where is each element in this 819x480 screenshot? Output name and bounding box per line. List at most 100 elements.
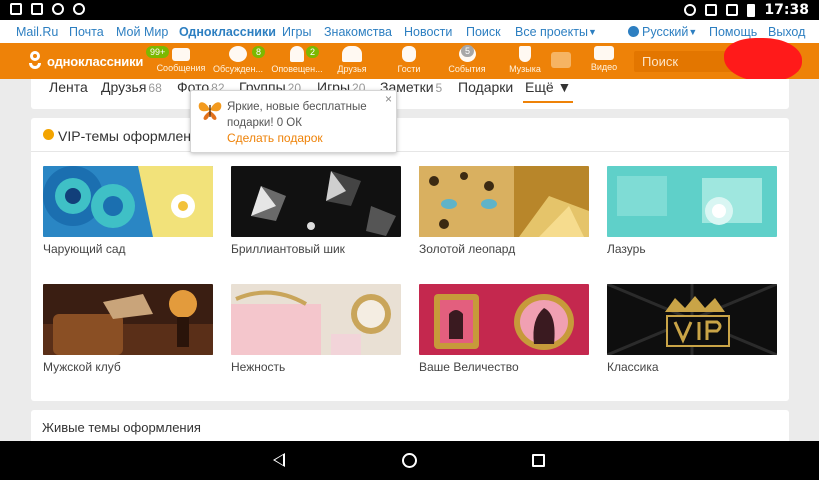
tab-feed[interactable]: Лента: [49, 79, 88, 95]
popup-message: Яркие, новые бесплатные подарки! 0 ОК: [227, 101, 367, 129]
chat-icon: [229, 46, 247, 62]
theme-name: Нежность: [231, 360, 286, 374]
crown-icon: [43, 129, 54, 140]
toolbar-label: Сообщения: [156, 63, 206, 73]
footprints-icon: [402, 46, 416, 62]
tab-label: Лента: [49, 79, 88, 95]
vip-panel-header: VIP-темы оформления: [31, 118, 789, 152]
top-link-games[interactable]: Игры: [282, 25, 311, 39]
main-toolbar: одноклассники 99+ Сообщения Обсужден... …: [0, 43, 819, 79]
top-link-mailru[interactable]: Mail.Ru: [16, 25, 58, 39]
vip-themes-panel: VIP-темы оформления Чарующий сад Бриллиа…: [31, 118, 789, 401]
top-link-search[interactable]: Поиск: [466, 25, 501, 39]
ok-logo-icon: [28, 51, 42, 71]
gift-popup: Яркие, новые бесплатные подарки! 0 ОК Сд…: [190, 90, 397, 153]
theme-card[interactable]: Лазурь: [607, 166, 777, 256]
no-sound-icon: [705, 4, 718, 16]
toolbar-label: Видео: [590, 62, 618, 72]
theme-thumbnail: [607, 166, 777, 237]
theme-card[interactable]: Мужской клуб: [43, 284, 213, 374]
toolbar-label: События: [448, 64, 486, 74]
top-link-all-projects[interactable]: Все проекты▼: [515, 25, 597, 39]
theme-thumbnail: [43, 166, 213, 237]
profile-tabs: Лента Друзья 68 Фото 82 Группы 20 Игры 20 За…: [31, 79, 789, 109]
home-icon[interactable]: [402, 453, 417, 468]
image-icon: [31, 3, 43, 15]
toolbar-label: Гости: [397, 64, 421, 74]
ok-logo[interactable]: одноклассники: [28, 51, 143, 71]
music-play-icon[interactable]: [551, 52, 571, 68]
toolbar-video[interactable]: Видео: [575, 46, 633, 72]
discussions-badge: 8: [252, 46, 266, 58]
theme-card[interactable]: Нежность: [231, 284, 401, 374]
chevron-down-icon: ▼: [587, 27, 597, 37]
language-select[interactable]: Русский▼: [628, 25, 697, 39]
search-icon: [52, 3, 64, 15]
theme-name: Мужской клуб: [43, 360, 121, 374]
toolbar-music[interactable]: Музыка: [496, 46, 554, 74]
tab-count: 5: [435, 81, 443, 95]
close-icon[interactable]: ×: [385, 92, 392, 106]
theme-thumbnail: [43, 284, 213, 355]
status-time: 17:38: [764, 2, 809, 18]
tab-gifts[interactable]: Подарки: [458, 79, 513, 95]
logout-link[interactable]: Выход: [768, 25, 805, 39]
friends-icon: [342, 46, 362, 62]
top-link-ok[interactable]: Одноклассники: [179, 25, 276, 39]
vip-panel-title: VIP-темы оформления: [58, 128, 207, 144]
envelope-icon: [172, 48, 190, 61]
top-link-dating[interactable]: Знакомства: [324, 25, 392, 39]
chevron-down-icon: ▼: [688, 27, 698, 37]
top-link-news[interactable]: Новости: [404, 25, 452, 39]
theme-name: Ваше Величество: [419, 360, 519, 374]
language-label: Русский: [642, 25, 689, 39]
bell-icon: [290, 46, 304, 62]
theme-name: Классика: [607, 360, 659, 374]
tab-label: Ещё ▼: [525, 79, 572, 95]
headset-icon: [684, 4, 697, 16]
theme-thumbnail: [231, 166, 401, 237]
wifi-icon: [726, 4, 739, 16]
notifications-badge: 2: [306, 46, 320, 58]
theme-name: Золотой леопард: [419, 242, 516, 256]
tab-more[interactable]: Ещё ▼: [523, 79, 574, 103]
toolbar-label: Музыка: [509, 64, 541, 74]
status-bar: 17:38: [0, 0, 819, 20]
recent-apps-icon[interactable]: [532, 454, 545, 467]
back-icon[interactable]: [273, 453, 285, 467]
toolbar-label: Друзья: [337, 64, 367, 74]
help-link[interactable]: Помощь: [709, 25, 757, 39]
toolbar-messages[interactable]: Сообщения: [152, 46, 210, 73]
make-gift-link[interactable]: Сделать подарок: [227, 131, 323, 145]
toolbar-guests[interactable]: Гости: [380, 46, 438, 74]
logo-text: одноклассники: [47, 53, 144, 69]
status-left-icons: [10, 3, 85, 15]
status-right-icons: 17:38: [684, 2, 809, 18]
theme-card[interactable]: Бриллиантовый шик: [231, 166, 401, 256]
events-badge: 5: [461, 45, 475, 57]
live-panel-title: Живые темы оформления: [42, 420, 201, 435]
theme-thumbnail: [419, 284, 589, 355]
theme-thumbnail: [419, 166, 589, 237]
battery-icon: [747, 3, 756, 17]
video-icon: [594, 46, 614, 60]
theme-card[interactable]: Чарующий сад: [43, 166, 213, 256]
top-nav: Mail.Ru Почта Мой Мир Одноклассники Игры…: [0, 20, 819, 43]
theme-card[interactable]: Золотой леопард: [419, 166, 589, 256]
theme-thumbnail: [231, 284, 401, 355]
music-icon: [519, 46, 531, 62]
toolbar-friends[interactable]: Друзья: [323, 46, 381, 74]
theme-name: Чарующий сад: [43, 242, 126, 256]
all-projects-label: Все проекты: [515, 25, 588, 39]
tab-friends[interactable]: Друзья 68: [101, 79, 162, 95]
tab-count: 68: [148, 81, 162, 95]
top-link-moimir[interactable]: Мой Мир: [116, 25, 168, 39]
theme-card[interactable]: Классика: [607, 284, 777, 374]
play-icon: [10, 3, 22, 15]
toolbar-label: Оповещен...: [271, 64, 323, 74]
top-link-mail[interactable]: Почта: [69, 25, 104, 39]
tab-label: Подарки: [458, 79, 514, 95]
active-tab-underline: [523, 101, 574, 103]
theme-card[interactable]: Ваше Величество: [419, 284, 589, 374]
globe-icon: [628, 26, 639, 37]
